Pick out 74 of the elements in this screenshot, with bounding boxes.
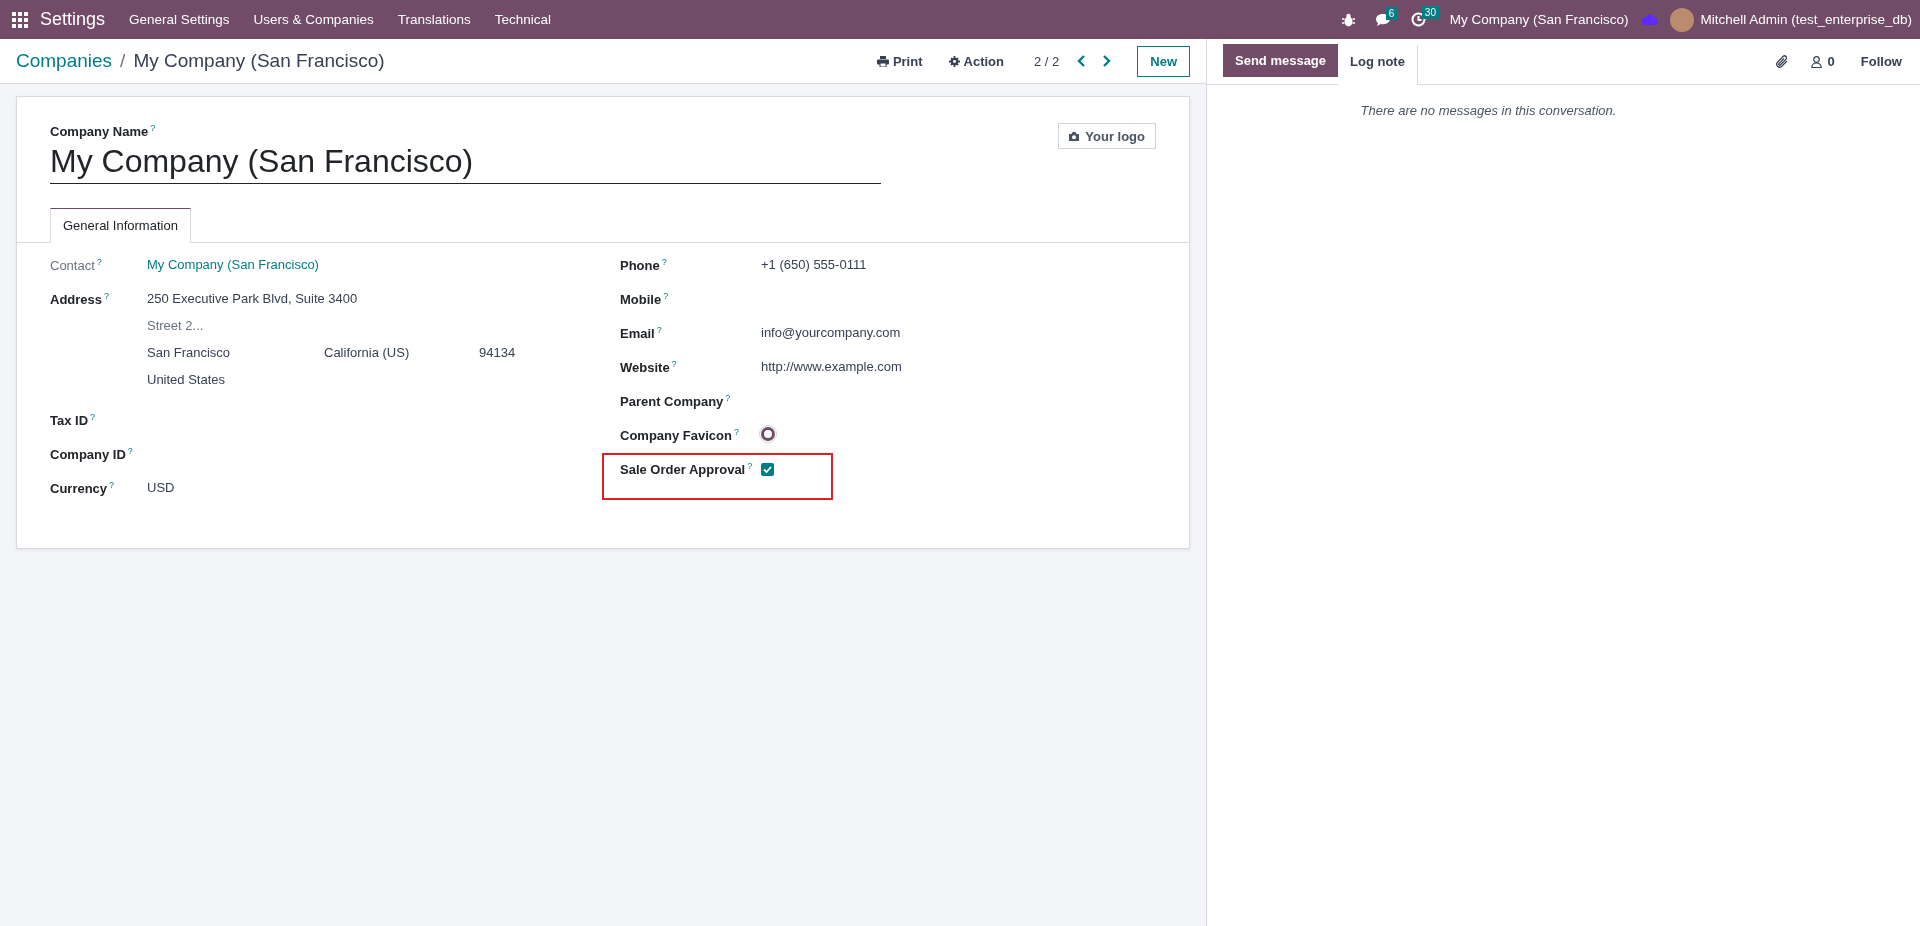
help-mark[interactable]: ?	[104, 291, 110, 302]
field-label: Company Name	[50, 124, 149, 140]
empty-conversation-message: There are no messages in this conversation.	[1359, 103, 1618, 118]
field-label: Parent Company	[620, 394, 724, 410]
help-mark[interactable]: ?	[90, 412, 96, 423]
paperclip-icon[interactable]	[1774, 54, 1789, 69]
chatter-tab[interactable]: Send message	[1223, 44, 1339, 77]
help-mark[interactable]: ?	[671, 359, 677, 370]
form-tab[interactable]: General Information	[50, 208, 191, 244]
field-value[interactable]: info@yourcompany.com	[761, 325, 901, 360]
person-icon	[1810, 55, 1822, 68]
record-title: My Company (San Francisco)	[133, 50, 385, 72]
help-mark[interactable]: ?	[127, 446, 133, 457]
field-label: Company ID	[50, 447, 126, 463]
street2-field[interactable]: Street 2...	[147, 318, 516, 346]
apps-menu-icon[interactable]	[12, 11, 28, 28]
pager-value[interactable]: 2 / 2	[1033, 53, 1060, 69]
street-field[interactable]: 250 Executive Park Blvd, Suite 3400	[147, 291, 516, 319]
logo-upload-button[interactable]: Your logo	[1058, 123, 1156, 149]
print-button[interactable]: Print	[872, 49, 927, 73]
help-mark[interactable]: ?	[747, 461, 753, 472]
printer-icon	[876, 55, 889, 67]
help-mark[interactable]: ?	[661, 257, 667, 268]
field-label: Mobile	[620, 292, 662, 308]
help-mark[interactable]: ?	[663, 291, 669, 302]
gear-icon	[948, 55, 960, 67]
field-label: Tax ID	[50, 413, 89, 429]
help-mark[interactable]: ?	[656, 325, 662, 336]
menu-item[interactable]: Translations	[385, 12, 483, 27]
menu-item[interactable]: Users & Companies	[241, 12, 386, 27]
field-label: Phone	[620, 258, 660, 274]
help-mark[interactable]: ?	[725, 393, 731, 404]
field-value[interactable]: USD	[147, 480, 175, 515]
country-field[interactable]: United States	[147, 372, 516, 400]
action-button[interactable]: Action	[944, 49, 1008, 73]
cloud-icon	[1642, 14, 1659, 25]
help-mark[interactable]: ?	[96, 257, 102, 268]
chatter-tab[interactable]: Log note	[1338, 45, 1418, 85]
contact-link[interactable]: My Company (San Francisco)	[147, 257, 319, 292]
chevron-right-icon[interactable]	[1102, 55, 1112, 67]
field-label: Sale Order Approval	[620, 462, 746, 478]
user-name[interactable]: Mitchell Admin (test_enterprise_db)	[1700, 12, 1912, 27]
message-count-badge: 6	[1385, 6, 1398, 20]
company-switcher[interactable]: My Company (San Francisco)	[1449, 12, 1629, 27]
breadcrumb-separator: /	[120, 50, 126, 72]
new-button[interactable]: New	[1137, 45, 1190, 77]
checkbox[interactable]	[761, 463, 774, 477]
field-label: Address	[50, 292, 103, 308]
field-label: Contact	[50, 258, 95, 274]
field-label: Website	[620, 360, 670, 376]
field-value[interactable]: http://www.example.com	[761, 359, 902, 394]
state-field[interactable]: California (US)	[324, 345, 479, 373]
field-label: Currency	[50, 481, 108, 497]
help-mark[interactable]: ?	[733, 427, 739, 438]
bug-icon[interactable]	[1341, 12, 1355, 27]
field-label: Email	[620, 326, 655, 342]
field-label: Company Favicon	[620, 428, 732, 444]
activity-count-badge: 30	[1421, 6, 1439, 19]
chevron-left-icon[interactable]	[1077, 55, 1087, 67]
camera-icon	[1069, 131, 1080, 141]
zip-field[interactable]: 94134	[479, 345, 516, 373]
breadcrumb-link[interactable]: Companies	[16, 50, 113, 72]
follow-button[interactable]: Follow	[1860, 54, 1902, 69]
field-value[interactable]: +1 (650) 555-0111	[761, 257, 867, 292]
help-mark[interactable]: ?	[150, 123, 156, 133]
follower-count[interactable]: 0	[1827, 54, 1835, 69]
clock-icon[interactable]	[1410, 12, 1426, 27]
menu-item[interactable]: General Settings	[117, 12, 242, 27]
help-mark[interactable]: ?	[109, 480, 115, 491]
menu-item[interactable]: Technical	[482, 12, 563, 27]
app-title[interactable]: Settings	[40, 9, 106, 30]
favicon-image[interactable]	[761, 427, 775, 442]
city-field[interactable]: San Francisco	[147, 345, 324, 373]
company-name-field[interactable]: My Company (San Francisco)	[50, 141, 881, 185]
